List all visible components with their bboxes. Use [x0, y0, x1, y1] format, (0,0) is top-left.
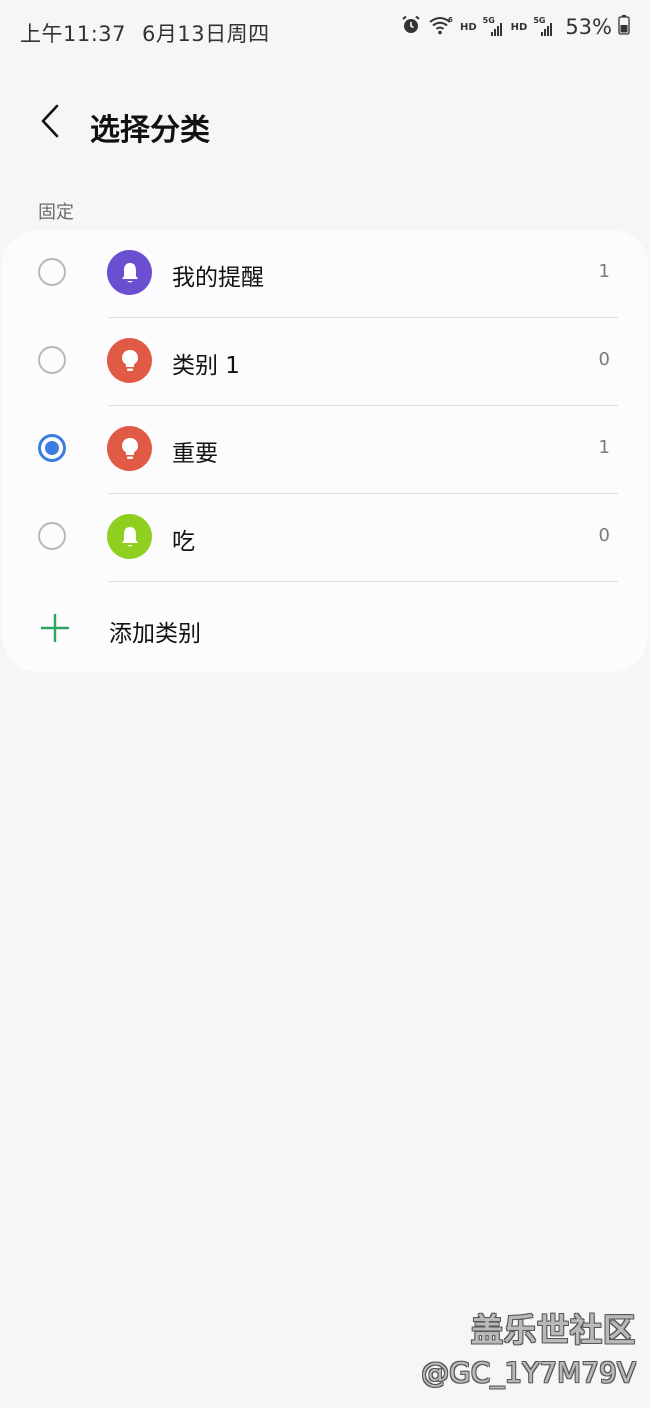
- category-icon: [107, 250, 152, 295]
- section-label: 固定: [38, 202, 74, 223]
- signal-icon: 5G: [533, 16, 555, 38]
- app-header: 选择分类: [0, 95, 650, 155]
- radio-button[interactable]: [38, 522, 66, 550]
- add-category-button[interactable]: 添加类别: [2, 584, 648, 672]
- category-list: 我的提醒 1 类别 1 0 重要 1 吃 0 添加类别: [2, 230, 648, 672]
- page-title: 选择分类: [90, 113, 210, 148]
- category-count: 1: [598, 437, 610, 458]
- category-count: 0: [598, 525, 610, 546]
- status-time: 上午11:37: [20, 22, 127, 46]
- bell-icon: [121, 526, 138, 546]
- lightbulb-icon: [121, 349, 138, 371]
- hd-label: HD: [459, 21, 477, 33]
- divider: [108, 580, 618, 582]
- category-item-category-1[interactable]: 类别 1 0: [2, 318, 648, 406]
- wifi-icon: 6: [428, 14, 454, 40]
- watermark-user: @GC_1Y7M79V: [421, 1356, 636, 1389]
- category-item-eat[interactable]: 吃 0: [2, 494, 648, 582]
- category-label: 重要: [172, 441, 218, 467]
- radio-button[interactable]: [38, 346, 66, 374]
- category-icon: [107, 338, 152, 383]
- category-label: 吃: [172, 529, 195, 555]
- status-icons: 6 HD 5G HD 5G 53%: [400, 14, 630, 40]
- signal-icon: 5G: [483, 16, 505, 38]
- category-item-important[interactable]: 重要 1: [2, 406, 648, 494]
- category-icon: [107, 514, 152, 559]
- svg-text:6: 6: [448, 16, 453, 24]
- plus-icon: [40, 613, 70, 643]
- hd-label: HD: [510, 21, 528, 33]
- chevron-left-icon: [39, 104, 61, 142]
- back-button[interactable]: [32, 103, 68, 143]
- alarm-icon: [400, 14, 422, 40]
- status-clock: 上午11:37 6月13日周四: [20, 18, 270, 48]
- battery-icon: [618, 15, 630, 39]
- category-count: 0: [598, 349, 610, 370]
- lightbulb-icon: [121, 437, 138, 459]
- category-item-my-reminders[interactable]: 我的提醒 1: [2, 230, 648, 318]
- category-label: 我的提醒: [172, 265, 264, 291]
- status-date: 6月13日周四: [142, 22, 270, 46]
- radio-button[interactable]: [38, 258, 66, 286]
- watermark-title: 盖乐世社区: [470, 1311, 636, 1349]
- status-bar: 上午11:37 6月13日周四 6 HD 5G HD 5G 53%: [0, 0, 650, 64]
- category-icon: [107, 426, 152, 471]
- bell-icon: [121, 262, 138, 282]
- radio-button-selected[interactable]: [38, 434, 66, 462]
- add-category-label: 添加类别: [109, 621, 201, 647]
- battery-percent: 53%: [565, 15, 612, 39]
- category-label: 类别 1: [172, 353, 240, 379]
- category-count: 1: [598, 261, 610, 282]
